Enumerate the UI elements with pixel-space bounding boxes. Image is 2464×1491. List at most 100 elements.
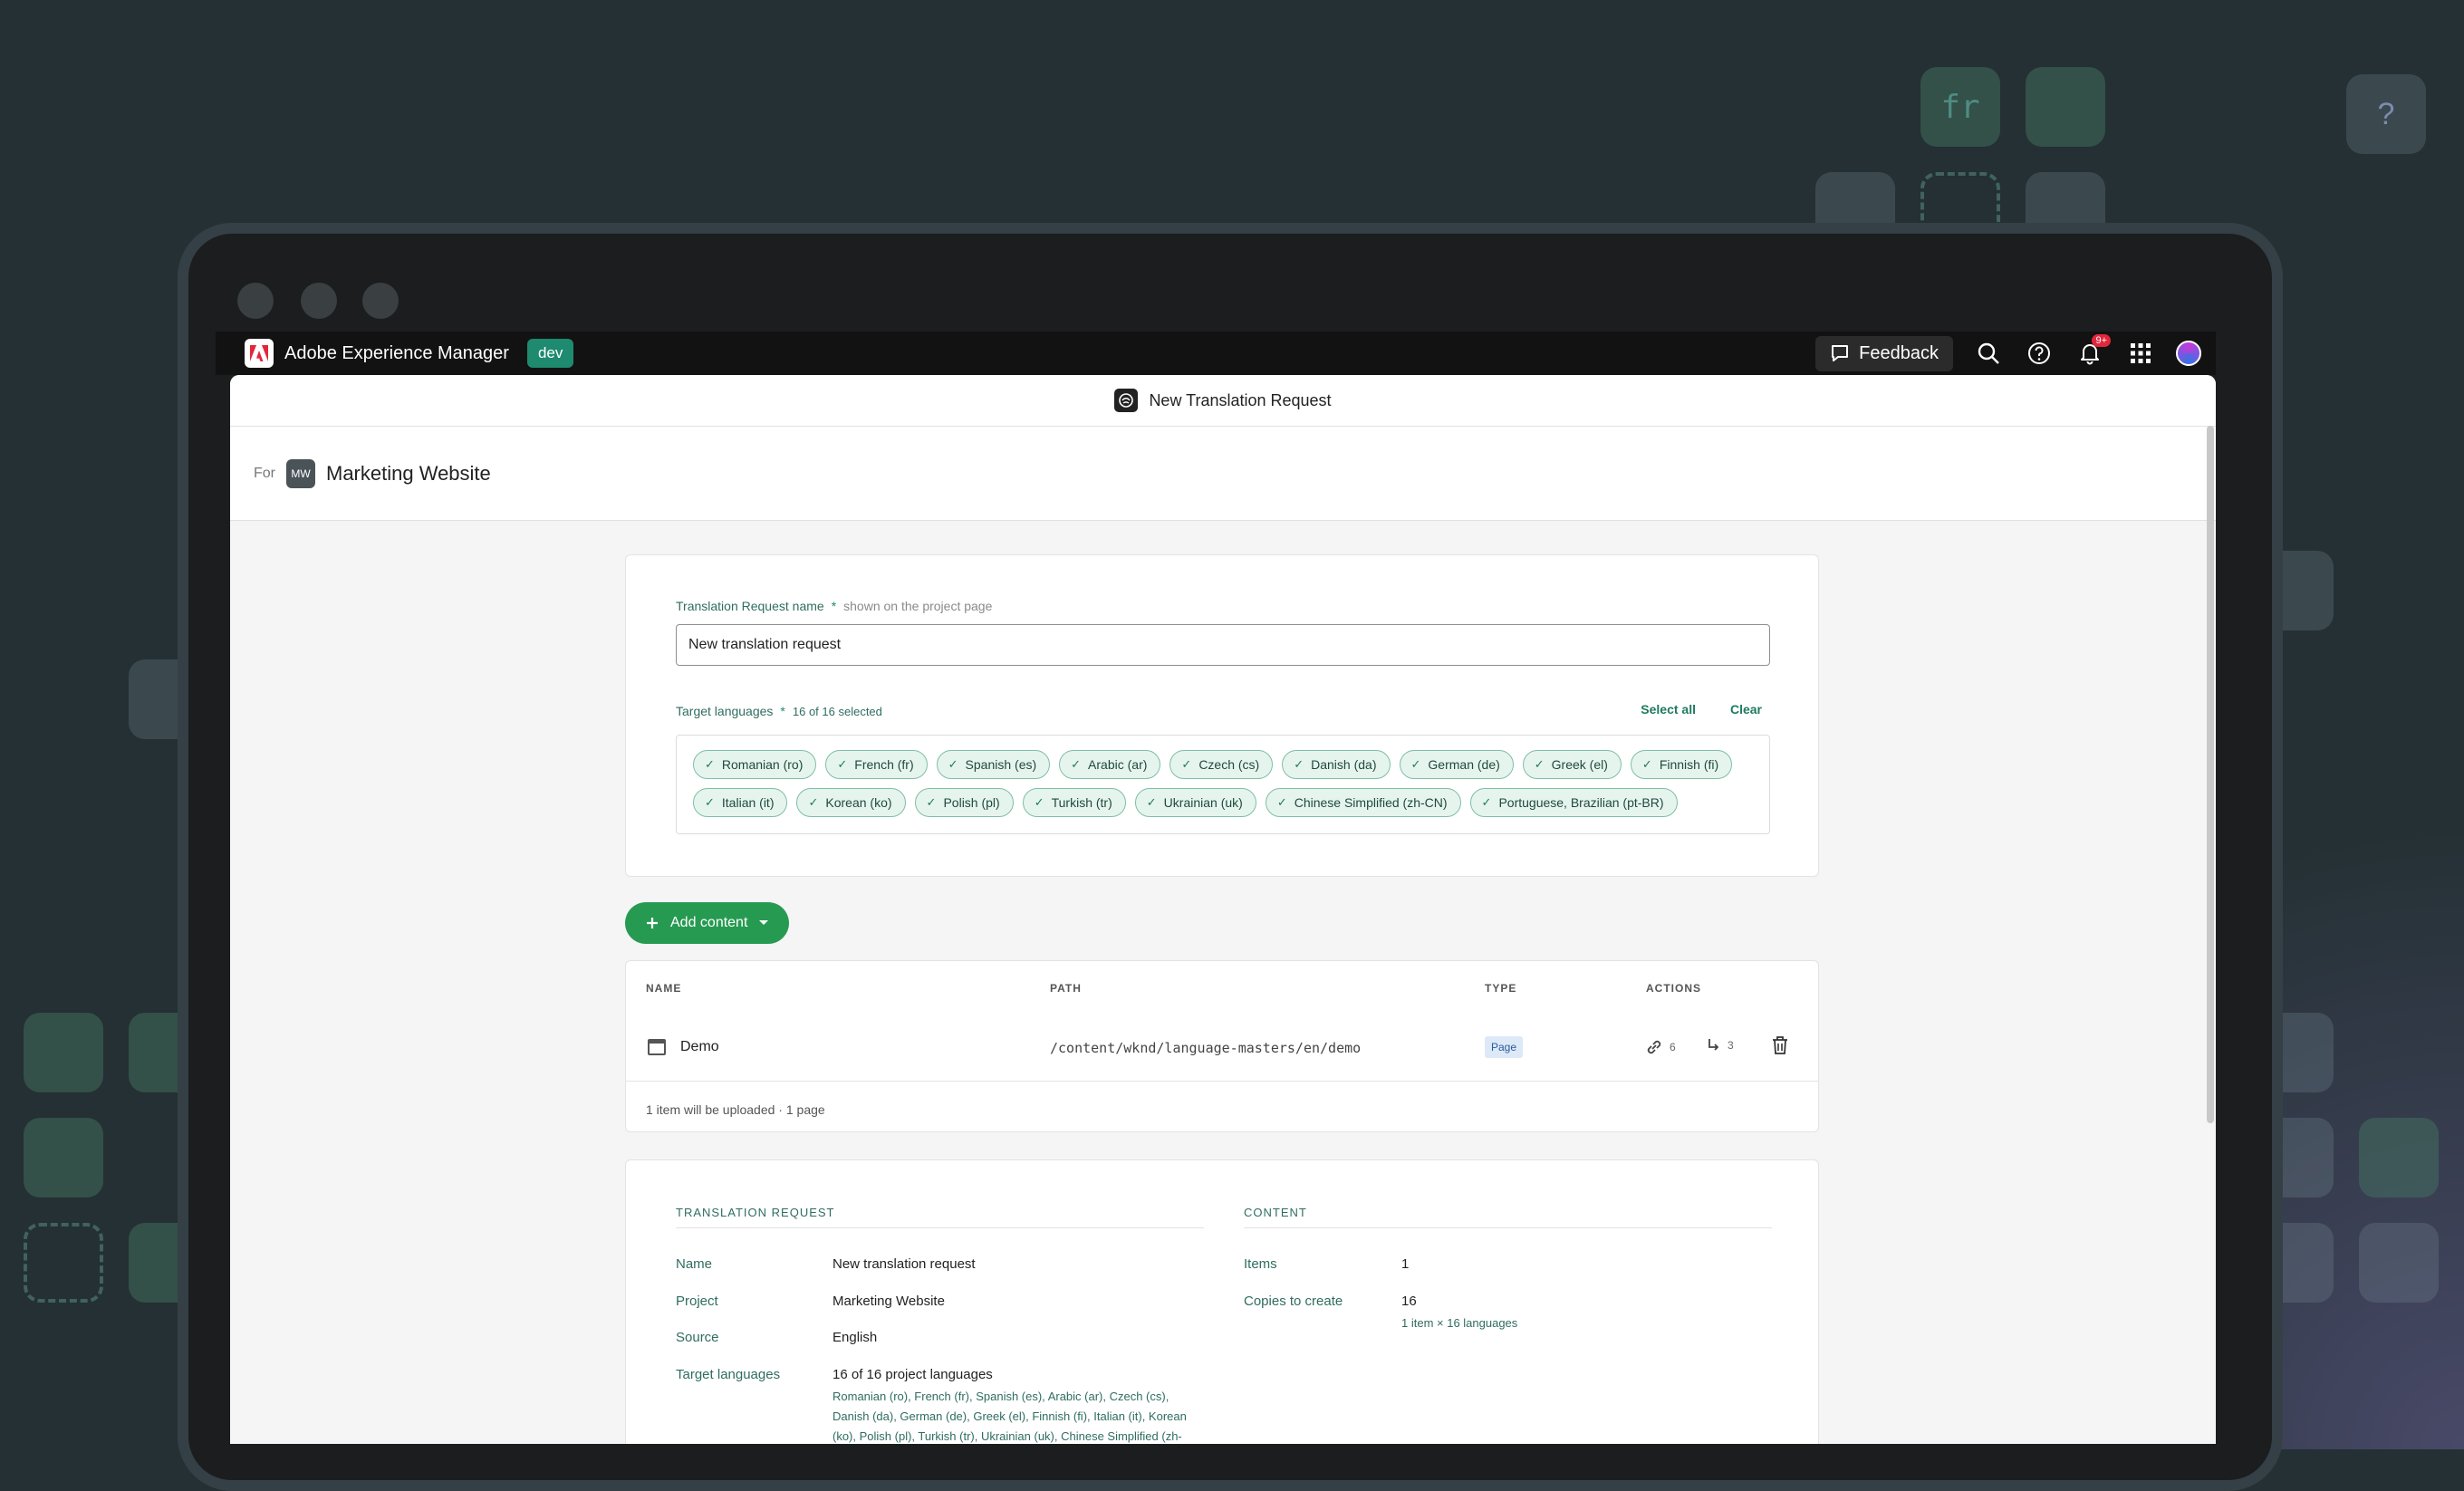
background-tile [2359, 1223, 2439, 1303]
language-chip-label: Romanian (ro) [721, 757, 804, 772]
checkmark-icon: ✓ [1294, 757, 1304, 771]
checkmark-icon: ✓ [808, 795, 819, 809]
window-dot [301, 283, 337, 319]
scrollbar[interactable] [2207, 426, 2214, 1123]
user-avatar[interactable] [2176, 341, 2201, 366]
select-all-link[interactable]: Select all [1641, 702, 1696, 717]
column-header-name: NAME [646, 982, 682, 995]
language-chip[interactable]: ✓ Romanian (ro) [693, 750, 817, 779]
clear-link[interactable]: Clear [1730, 702, 1762, 717]
references-action[interactable]: 6 [1644, 1037, 1676, 1057]
page-icon [648, 1039, 666, 1055]
language-chip[interactable]: ✓ Italian (it) [693, 788, 788, 817]
translation-icon [1114, 389, 1139, 412]
search-icon[interactable] [1973, 338, 2004, 369]
row-name: Demo [680, 1039, 719, 1054]
checkmark-icon: ✓ [705, 757, 715, 771]
language-chip[interactable]: ✓ Spanish (es) [936, 750, 1051, 779]
children-action[interactable]: 3 [1706, 1037, 1734, 1053]
add-content-label: Add content [670, 915, 748, 930]
language-chip[interactable]: ✓ Danish (da) [1282, 750, 1391, 779]
language-chip-label: Polish (pl) [943, 795, 1000, 810]
language-chip[interactable]: ✓ Finnish (fi) [1630, 750, 1733, 779]
delete-icon[interactable] [1771, 1035, 1789, 1060]
checkmark-icon: ✓ [1641, 757, 1652, 771]
language-chip[interactable]: ✓ Polish (pl) [914, 788, 1014, 817]
language-chip[interactable]: ✓ Czech (cs) [1169, 750, 1274, 779]
column-header-path: PATH [1050, 982, 1082, 995]
table-row[interactable]: Demo /content/wknd/language-masters/en/d… [626, 1015, 1818, 1082]
summary-items-value: 1 [1401, 1256, 1410, 1272]
column-header-type: TYPE [1485, 982, 1517, 995]
environment-badge[interactable]: dev [526, 339, 574, 368]
background-tile-text: fr [1940, 88, 1980, 126]
language-chip[interactable]: ✓ French (fr) [825, 750, 928, 779]
background-tile-dashed [24, 1223, 103, 1303]
summary-project-value: Marketing Website [833, 1294, 945, 1309]
background-tile-text: ? [2377, 96, 2395, 131]
language-chip-label: Korean (ko) [825, 795, 892, 810]
request-name-input[interactable] [676, 624, 1770, 666]
feedback-button[interactable]: Feedback [1815, 335, 1953, 371]
background-tile [24, 1118, 103, 1198]
window-dot [362, 283, 399, 319]
checkmark-icon: ✓ [926, 795, 937, 809]
language-chip-label: Turkish (tr) [1051, 795, 1112, 810]
project-name: Marketing Website [326, 461, 491, 485]
notifications-bell-icon[interactable]: 9+ [2074, 334, 2111, 369]
type-badge: Page [1485, 1036, 1524, 1058]
background-tile [24, 1013, 103, 1092]
column-header-actions: ACTIONS [1646, 982, 1701, 995]
dialog-title-bar: New Translation Request [230, 375, 2216, 427]
checkmark-icon: ✓ [1181, 757, 1192, 771]
language-chip-label: Greek (el) [1551, 757, 1608, 772]
language-chip[interactable]: ✓ Greek (el) [1522, 750, 1622, 779]
background-tile [2359, 1118, 2439, 1198]
table-header: NAME PATH TYPE ACTIONS [626, 961, 1818, 1016]
feedback-label: Feedback [1859, 342, 1939, 363]
background-tile-code: fr [1920, 67, 2000, 147]
project-badge: MW [286, 458, 315, 488]
target-languages-list: ✓ Romanian (ro) ✓ French (fr) ✓ Spanish (es) ✓… [676, 735, 1770, 834]
summary-targets-value: 16 of 16 project languages [833, 1367, 993, 1382]
divider [676, 1227, 1204, 1228]
for-label: For [254, 465, 275, 481]
app-name: Adobe Experience Manager [284, 342, 509, 363]
language-chip-label: Finnish (fi) [1659, 757, 1719, 772]
summary-targets-list: Romanian (ro), French (fr), Spanish (es)… [833, 1390, 1187, 1443]
checkmark-icon: ✓ [1481, 795, 1492, 809]
language-chip[interactable]: ✓ Turkish (tr) [1022, 788, 1126, 817]
required-marker: * [831, 599, 837, 613]
language-chip[interactable]: ✓ Arabic (ar) [1059, 750, 1161, 779]
chevron-down-icon [759, 920, 769, 925]
summary-name-value: New translation request [833, 1256, 976, 1272]
help-icon[interactable] [2024, 338, 2055, 369]
apps-grid-icon[interactable] [2125, 338, 2156, 369]
project-context-bar: For MW Marketing Website [230, 427, 2216, 521]
summary-project-label: Project [676, 1294, 718, 1309]
request-details-card: Translation Request name * shown on the … [625, 554, 1819, 877]
language-chip-label: Portuguese, Brazilian (pt-BR) [1498, 795, 1664, 810]
language-chip-label: Ukrainian (uk) [1163, 795, 1243, 810]
feedback-icon [1832, 345, 1849, 361]
language-chip-label: Arabic (ar) [1088, 757, 1148, 772]
summary-source-label: Source [676, 1330, 719, 1345]
topbar-actions: Feedback 9+ [1815, 334, 2201, 371]
child-pages-icon [1708, 1039, 1719, 1051]
language-chip[interactable]: ✓ Korean (ko) [796, 788, 906, 817]
upload-summary: 1 item will be uploaded · 1 page [646, 1102, 825, 1117]
language-chip-label: Danish (da) [1311, 757, 1377, 772]
language-chip-label: French (fr) [854, 757, 914, 772]
request-section-heading: TRANSLATION REQUEST [676, 1206, 835, 1219]
language-chip[interactable]: ✓ Chinese Simplified (zh-CN) [1265, 788, 1461, 817]
add-content-button[interactable]: Add content [625, 902, 790, 944]
plus-icon [647, 918, 658, 928]
language-chip[interactable]: ✓ Portuguese, Brazilian (pt-BR) [1469, 788, 1678, 817]
checkmark-icon: ✓ [1146, 795, 1157, 809]
window-dot [237, 283, 274, 319]
checkmark-icon: ✓ [837, 757, 848, 771]
name-hint: shown on the project page [843, 599, 993, 613]
language-chip[interactable]: ✓ German (de) [1399, 750, 1514, 779]
language-chip[interactable]: ✓ Ukrainian (uk) [1134, 788, 1256, 817]
checkmark-icon: ✓ [1071, 757, 1082, 771]
